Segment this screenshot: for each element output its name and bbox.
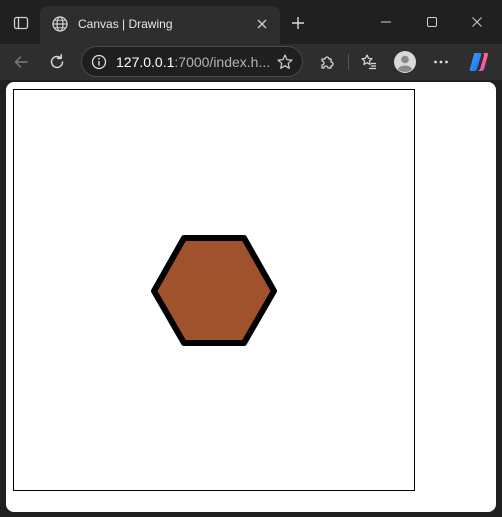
copilot-icon[interactable] bbox=[465, 48, 493, 76]
close-icon[interactable] bbox=[462, 8, 492, 36]
refresh-icon[interactable] bbox=[43, 48, 71, 76]
info-icon[interactable] bbox=[90, 53, 108, 71]
back-arrow-icon[interactable] bbox=[7, 48, 35, 76]
toolbar-separator bbox=[348, 54, 349, 70]
ellipsis-icon[interactable] bbox=[427, 48, 455, 76]
url-path: :7000/index.h... bbox=[174, 54, 271, 70]
hexagon-shape bbox=[151, 235, 277, 346]
browser-window: Canvas | Drawing 127.0.0.1:7000/index.h.… bbox=[0, 0, 502, 517]
tab-actions-icon[interactable] bbox=[10, 12, 32, 34]
star-icon[interactable] bbox=[275, 52, 295, 72]
drawing-canvas[interactable] bbox=[13, 89, 415, 491]
minimize-icon[interactable] bbox=[371, 8, 401, 36]
toolbar: 127.0.0.1:7000/index.h... bbox=[0, 44, 502, 80]
favorites-list-icon[interactable] bbox=[355, 48, 383, 76]
plus-icon[interactable] bbox=[286, 11, 310, 35]
url-text: 127.0.0.1:7000/index.h... bbox=[116, 54, 270, 70]
avatar-icon[interactable] bbox=[391, 48, 419, 76]
puzzle-icon[interactable] bbox=[313, 48, 341, 76]
globe-icon bbox=[51, 15, 69, 33]
tab-active[interactable]: Canvas | Drawing bbox=[40, 6, 280, 44]
maximize-icon[interactable] bbox=[417, 8, 447, 36]
tab-strip: Canvas | Drawing bbox=[0, 0, 502, 44]
tab-title: Canvas | Drawing bbox=[78, 17, 173, 31]
page-viewport bbox=[6, 82, 496, 512]
close-icon[interactable] bbox=[252, 14, 272, 34]
url-host: 127.0.0.1 bbox=[116, 54, 175, 70]
address-bar[interactable]: 127.0.0.1:7000/index.h... bbox=[81, 46, 303, 77]
